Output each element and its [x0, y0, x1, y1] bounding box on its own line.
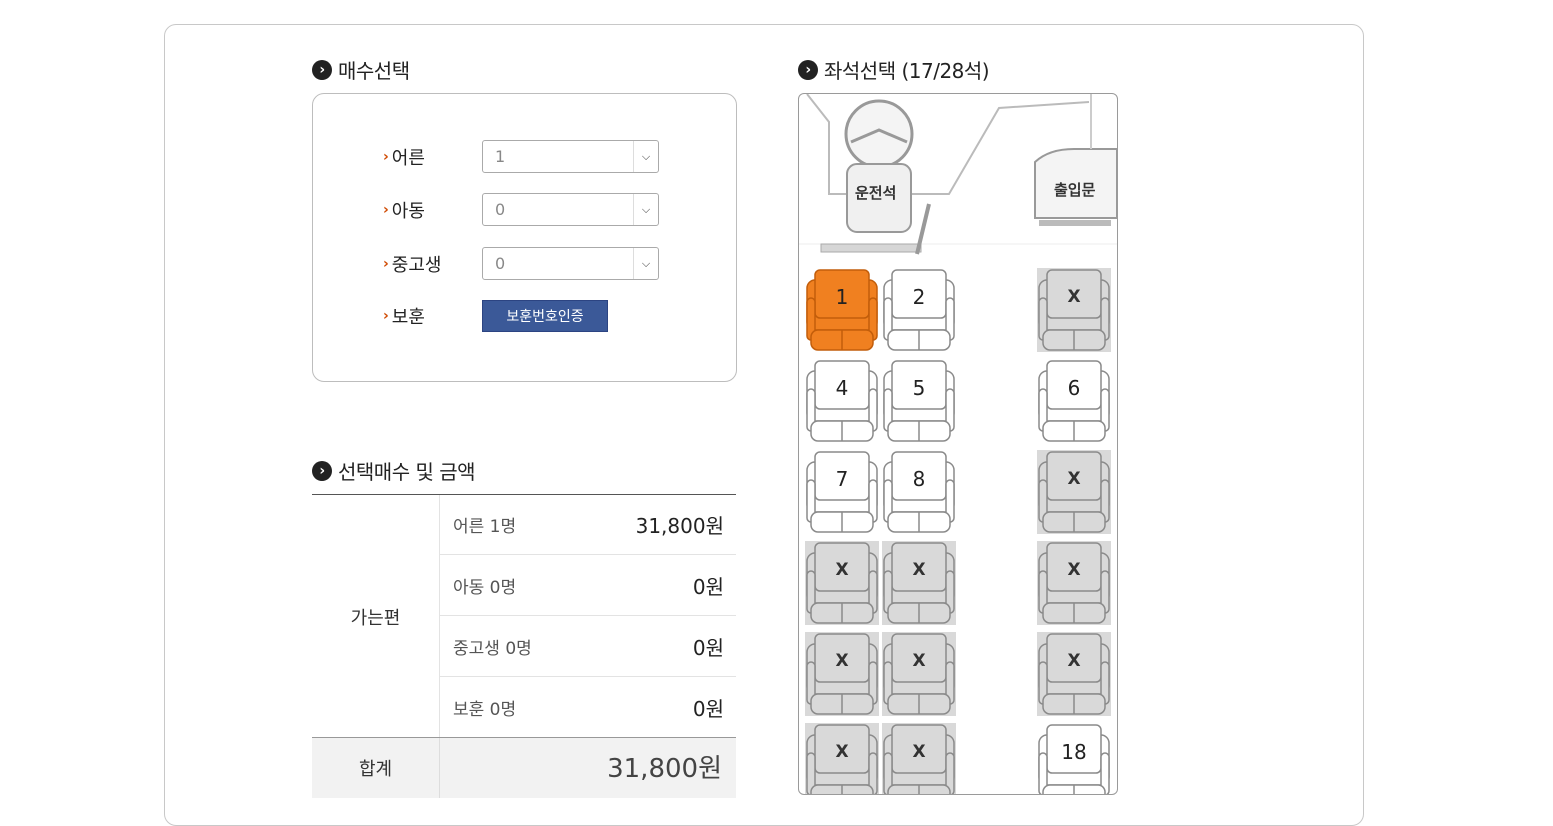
total-amount: 31,800원	[607, 754, 722, 784]
qty-row-veteran: › 보훈 보훈번호인증	[383, 300, 608, 332]
seat-number: 4	[835, 376, 849, 400]
chevron-right-icon: ›	[383, 201, 389, 218]
quantity-section-title: › 매수선택	[312, 55, 410, 84]
seat-icon	[1038, 451, 1110, 533]
seat-unavailable: X	[882, 541, 956, 625]
seat-icon	[806, 633, 878, 715]
adult-count-select[interactable]: 1 ⌵	[482, 140, 659, 173]
qty-row-student: › 중고생 0 ⌵	[383, 247, 659, 280]
seat-number: X	[835, 560, 849, 580]
seat-icon	[1038, 360, 1110, 442]
seat-icon	[1038, 542, 1110, 624]
seat-number: 5	[912, 376, 926, 400]
chevron-right-circle-icon: ›	[312, 59, 332, 80]
seat-unavailable: X	[805, 723, 879, 794]
seat-number: X	[1067, 651, 1081, 671]
seat-5[interactable]: 5	[882, 359, 956, 443]
summary-row: 아동 0명 0원	[440, 556, 736, 616]
seat-icon	[806, 451, 878, 533]
child-count-select[interactable]: 0 ⌵	[482, 193, 659, 226]
seat-icon	[806, 269, 878, 351]
seat-unavailable: X	[1037, 632, 1111, 716]
summary-row: 어른 1명 31,800원	[440, 495, 736, 555]
seat-unavailable: X	[1037, 450, 1111, 534]
seat-unavailable: X	[882, 723, 956, 794]
driver-seat-label: 운전석	[855, 184, 897, 202]
seat-4[interactable]: 4	[805, 359, 879, 443]
seat-icon	[883, 633, 955, 715]
seat-unavailable: X	[1037, 541, 1111, 625]
summary-table: 가는편 어른 1명 31,800원 아동 0명 0원 중고생 0명 0원 보훈 …	[312, 494, 736, 738]
chevron-down-icon: ⌵	[633, 248, 658, 279]
seat-section-title: › 좌석선택 (17/28석)	[798, 55, 990, 84]
seat-unavailable: X	[1037, 268, 1111, 352]
seat-6[interactable]: 6	[1037, 359, 1111, 443]
seat-icon	[883, 360, 955, 442]
trip-label: 가는편	[312, 495, 440, 738]
seat-icon	[1038, 633, 1110, 715]
qty-row-child: › 아동 0 ⌵	[383, 193, 659, 226]
summary-section-title: › 선택매수 및 금액	[312, 456, 476, 485]
quantity-box	[312, 93, 737, 382]
chevron-right-icon: ›	[383, 148, 389, 165]
seat-number: X	[1067, 560, 1081, 580]
seat-number: 6	[1067, 376, 1081, 400]
veteran-verify-button[interactable]: 보훈번호인증	[482, 300, 608, 332]
seat-number: 2	[912, 285, 926, 309]
seat-number: X	[912, 742, 926, 762]
seat-icon	[883, 451, 955, 533]
seat-unavailable: X	[805, 541, 879, 625]
seat-number: X	[835, 651, 849, 671]
summary-total-row: 합계 31,800원	[312, 737, 736, 798]
seat-icon	[1038, 269, 1110, 351]
seat-number: X	[835, 742, 849, 762]
seat-icon	[883, 542, 955, 624]
seat-number: 1	[835, 285, 849, 309]
steering-wheel-icon	[844, 99, 914, 169]
seat-number: 8	[912, 467, 926, 491]
seat-number: X	[912, 560, 926, 580]
chevron-down-icon: ⌵	[633, 141, 658, 172]
seat-icon	[806, 360, 878, 442]
chevron-down-icon: ⌵	[633, 194, 658, 225]
qty-label-adult: 어른	[391, 147, 425, 169]
chevron-right-circle-icon: ›	[798, 59, 818, 80]
seat-number: 18	[1061, 740, 1087, 764]
summary-row: 보훈 0명 0원	[453, 696, 724, 721]
seat-unavailable: X	[805, 632, 879, 716]
seat-icon	[806, 542, 878, 624]
seat-map: 운전석 출입문 1 2 X 4 5 6 7 8 X X X X X X X X X 18	[798, 93, 1118, 795]
chevron-right-icon: ›	[383, 255, 389, 272]
qty-label-student: 중고생	[391, 254, 442, 276]
qty-row-adult: › 어른 1 ⌵	[383, 140, 659, 173]
total-label: 합계	[312, 738, 440, 798]
seat-number: X	[1067, 469, 1081, 489]
seat-18[interactable]: 18	[1037, 723, 1111, 794]
door-label: 출입문	[1054, 181, 1096, 199]
seat-number: X	[912, 651, 926, 671]
qty-label-child: 아동	[391, 200, 425, 222]
seat-number: 7	[835, 467, 849, 491]
seat-8[interactable]: 8	[882, 450, 956, 534]
seat-2[interactable]: 2	[882, 268, 956, 352]
summary-row: 중고생 0명 0원	[440, 617, 736, 677]
seat-1[interactable]: 1	[805, 268, 879, 352]
chevron-right-circle-icon: ›	[312, 460, 332, 481]
chevron-right-icon: ›	[383, 308, 389, 324]
seat-7[interactable]: 7	[805, 450, 879, 534]
seat-icon	[883, 269, 955, 351]
seat-unavailable: X	[882, 632, 956, 716]
student-count-select[interactable]: 0 ⌵	[482, 247, 659, 280]
seat-number: X	[1067, 287, 1081, 307]
qty-label-veteran: 보훈	[391, 307, 425, 328]
